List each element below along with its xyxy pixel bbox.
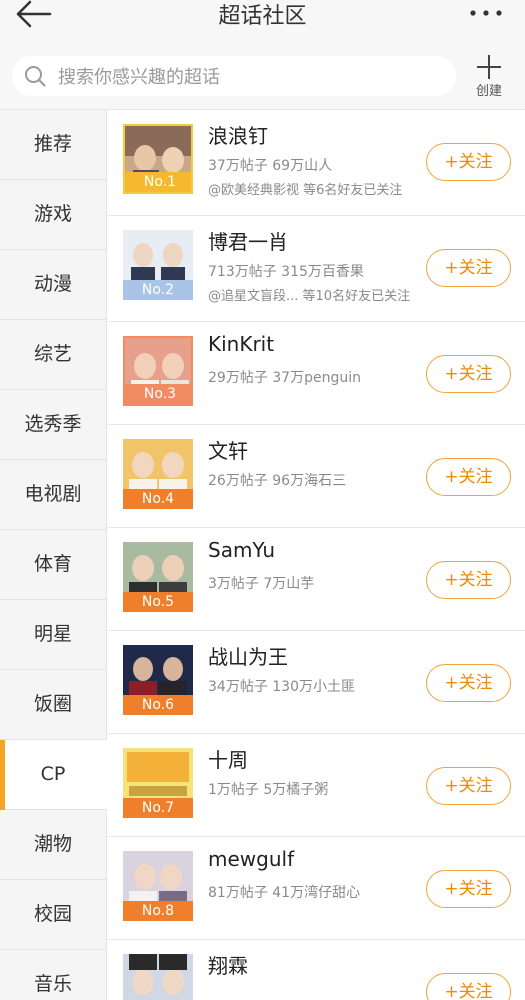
follow-button[interactable]: +关注 [426, 355, 511, 393]
sidebar-item-talent-show[interactable]: 选秀季 [0, 390, 106, 460]
community-stats: 26万帖子 96万海石三 [208, 473, 347, 489]
list-item[interactable]: No.3 KinKrit 29万帖子 37万penguin +关注 [108, 322, 525, 425]
community-name[interactable]: 战山为王 [208, 641, 288, 670]
follow-button[interactable]: +关注 [426, 561, 511, 599]
community-thumbnail[interactable]: No.5 [123, 542, 193, 612]
community-thumbnail[interactable]: No.8 [123, 851, 193, 921]
rank-badge: No.4 [123, 489, 193, 509]
community-name[interactable]: SamYu [208, 538, 275, 562]
community-name[interactable]: 十周 [208, 744, 248, 773]
community-thumbnail[interactable]: No.1 [123, 124, 193, 194]
sidebar-item-sports[interactable]: 体育 [0, 530, 106, 600]
thumbnail-image [123, 954, 193, 1000]
sidebar-item-tv-drama[interactable]: 电视剧 [0, 460, 106, 530]
community-stats: 34万帖子 130万小土匪 [208, 679, 355, 695]
sidebar-item-variety[interactable]: 综艺 [0, 320, 106, 390]
community-stats: 1万帖子 5万橘子粥 [208, 782, 329, 798]
community-stats: 713万帖子 315万百香果 [208, 264, 364, 280]
community-thumbnail[interactable]: No.7 [123, 748, 193, 818]
community-thumbnail[interactable]: No.2 [123, 230, 193, 300]
community-stats: 37万帖子 69万山人 [208, 158, 333, 174]
sidebar-item-fandom[interactable]: 饭圈 [0, 670, 106, 740]
list-item[interactable]: No.4 文轩 26万帖子 96万海石三 +关注 [108, 425, 525, 528]
follow-button[interactable]: +关注 [426, 458, 511, 496]
search-bar-row: 搜索你感兴趣的超话 创建 [0, 44, 525, 110]
list-item[interactable]: 翔霖 +关注 [108, 940, 525, 1000]
community-thumbnail[interactable]: No.3 [123, 336, 193, 406]
list-item[interactable]: No.5 SamYu 3万帖子 7万山芋 +关注 [108, 528, 525, 631]
sidebar-item-campus[interactable]: 校园 [0, 880, 106, 950]
sidebar-item-games[interactable]: 游戏 [0, 180, 106, 250]
rank-badge: No.5 [123, 592, 193, 612]
follow-button[interactable]: +关注 [426, 870, 511, 908]
plus-icon [477, 55, 501, 79]
sidebar-item-stars[interactable]: 明星 [0, 600, 106, 670]
list-item[interactable]: No.7 十周 1万帖子 5万橘子粥 +关注 [108, 734, 525, 837]
page-title: 超话社区 [218, 4, 307, 29]
more-button[interactable] [467, 4, 507, 24]
rank-badge: No.8 [123, 901, 193, 921]
community-name[interactable]: KinKrit [208, 332, 274, 356]
sidebar-item-music[interactable]: 音乐 [0, 950, 106, 1000]
community-name[interactable]: 翔霖 [208, 950, 248, 979]
category-sidebar: 推荐 游戏 动漫 综艺 选秀季 电视剧 体育 明星 饭圈 CP 潮物 校园 音乐 [0, 110, 107, 1000]
more-dots-icon [470, 10, 502, 16]
follow-button[interactable]: +关注 [426, 973, 511, 1000]
sidebar-item-cp[interactable]: CP [0, 740, 107, 810]
search-placeholder: 搜索你感兴趣的超话 [58, 67, 220, 88]
search-input[interactable]: 搜索你感兴趣的超话 [12, 56, 456, 96]
top-bar: 超话社区 [0, 0, 525, 44]
list-item[interactable]: No.1 浪浪钉 37万帖子 69万山人 @欧美经典影视 等6名好友已关注 +关… [108, 110, 525, 216]
rank-badge: No.3 [125, 384, 191, 404]
community-thumbnail[interactable] [123, 954, 193, 1000]
sidebar-item-recommend[interactable]: 推荐 [0, 110, 106, 180]
community-name[interactable]: 博君一肖 [208, 226, 288, 255]
rank-badge: No.2 [123, 280, 193, 300]
follow-button[interactable]: +关注 [426, 767, 511, 805]
search-icon [25, 66, 46, 87]
rank-badge: No.6 [123, 695, 193, 715]
community-name[interactable]: mewgulf [208, 847, 294, 871]
follow-button[interactable]: +关注 [426, 664, 511, 702]
friends-followed: @追星文盲段... 等10名好友已关注 [208, 289, 411, 304]
sidebar-item-trends[interactable]: 潮物 [0, 810, 106, 880]
sidebar-item-anime[interactable]: 动漫 [0, 250, 106, 320]
community-name[interactable]: 浪浪钉 [208, 120, 268, 149]
community-thumbnail[interactable]: No.4 [123, 439, 193, 509]
community-stats: 29万帖子 37万penguin [208, 370, 361, 386]
friends-followed: @欧美经典影视 等6名好友已关注 [208, 183, 403, 198]
create-button[interactable]: 创建 [466, 54, 512, 106]
community-name[interactable]: 文轩 [208, 435, 248, 464]
community-thumbnail[interactable]: No.6 [123, 645, 193, 715]
list-item[interactable]: No.2 博君一肖 713万帖子 315万百香果 @追星文盲段... 等10名好… [108, 216, 525, 322]
rank-badge: No.1 [125, 172, 191, 192]
community-list: No.1 浪浪钉 37万帖子 69万山人 @欧美经典影视 等6名好友已关注 +关… [108, 110, 525, 1000]
rank-badge: No.7 [123, 798, 193, 818]
list-item[interactable]: No.8 mewgulf 81万帖子 41万湾仔甜心 +关注 [108, 837, 525, 940]
community-stats: 3万帖子 7万山芋 [208, 576, 315, 592]
list-item[interactable]: No.6 战山为王 34万帖子 130万小土匪 +关注 [108, 631, 525, 734]
follow-button[interactable]: +关注 [426, 143, 511, 181]
create-label: 创建 [475, 84, 502, 99]
follow-button[interactable]: +关注 [426, 249, 511, 287]
community-stats: 81万帖子 41万湾仔甜心 [208, 885, 361, 901]
